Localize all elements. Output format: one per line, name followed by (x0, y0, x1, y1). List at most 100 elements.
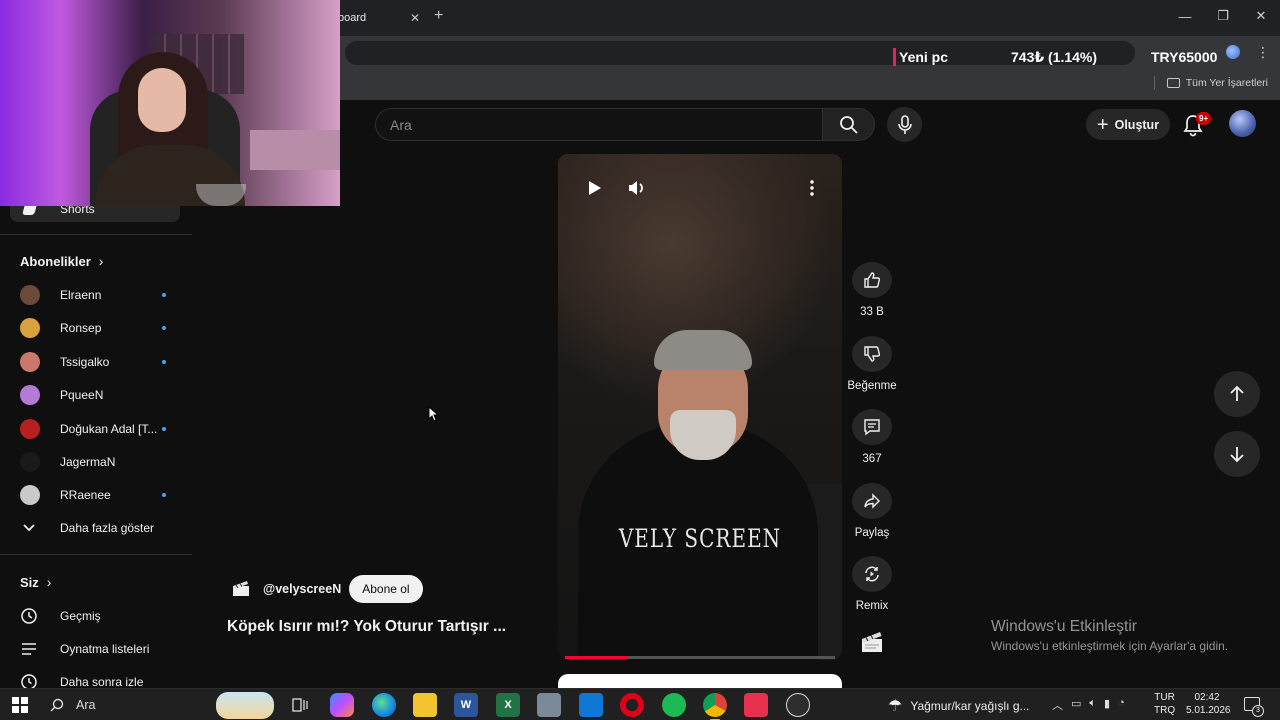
recorder-icon[interactable] (786, 693, 810, 717)
bookmarks-separator (1153, 76, 1155, 90)
clock[interactable]: 02:42 5.01.2026 (1186, 691, 1231, 717)
channel-logo-icon[interactable] (230, 578, 252, 600)
sidebar-subscription-item[interactable]: Elraenn (20, 284, 170, 306)
windows-start-icon[interactable] (12, 697, 28, 713)
new-content-dot (162, 493, 166, 498)
channel-avatar (20, 285, 40, 305)
sidebar-subscription-item[interactable]: Tssigalko (20, 351, 170, 373)
browser-menu-icon[interactable]: ⋮ (1256, 44, 1270, 61)
tab-close-icon[interactable]: ✕ (410, 11, 420, 25)
excel-icon[interactable]: X (496, 693, 520, 717)
search-placeholder: Ara (390, 116, 412, 133)
history-icon (21, 608, 37, 624)
short-title[interactable]: Köpek Isırır mı!? Yok Oturur Tartışır ..… (227, 618, 517, 636)
minimize-icon[interactable]: — (1166, 0, 1204, 32)
sidebar-subscription-item[interactable]: Doğukan Adal [T... (20, 418, 170, 440)
all-bookmarks-label: Tüm Yer İşaretleri (1185, 77, 1268, 89)
store-icon[interactable] (579, 693, 603, 717)
copilot-icon[interactable] (330, 693, 354, 717)
new-tab-icon[interactable]: + (434, 7, 443, 25)
like-button[interactable]: 33 B (842, 262, 902, 318)
search-input[interactable]: Ara (375, 108, 823, 141)
sidebar-item-history[interactable]: Geçmiş (20, 605, 101, 627)
play-icon[interactable] (584, 178, 604, 198)
volume-icon[interactable] (626, 178, 646, 198)
sidebar-divider (0, 234, 192, 235)
avatar[interactable] (1229, 110, 1256, 137)
sidebar-subscription-item[interactable]: RRaenee (20, 484, 170, 506)
remix-button[interactable]: Remix (842, 556, 902, 612)
webcam-streamer-face (138, 68, 186, 132)
share-button[interactable]: Paylaş (842, 483, 902, 539)
sidebar-subscription-item[interactable]: Ronsep (20, 317, 170, 339)
you-title: Siz (20, 574, 39, 590)
channel-name[interactable]: @velyscreeN (263, 582, 341, 596)
opera-icon[interactable] (620, 693, 644, 717)
battery-icon[interactable]: ▭ (1071, 697, 1081, 713)
next-short-button[interactable] (1214, 431, 1260, 477)
arrow-down-icon (1230, 447, 1244, 463)
taskbar-search[interactable]: Ara (40, 691, 276, 719)
speaker-icon[interactable]: 🔈︎ (1089, 697, 1096, 713)
word-icon[interactable]: W (454, 693, 478, 717)
search-button[interactable] (822, 108, 875, 141)
watch-later-label: Daha sonra izle (60, 675, 144, 689)
language-bottom: TRQ (1154, 705, 1176, 716)
network-icon[interactable]: ◔ (1118, 697, 1125, 713)
subscription-name: JagermaN (60, 455, 116, 469)
pocket-icon[interactable] (744, 693, 768, 717)
search-icon (50, 698, 64, 712)
taskbar-search-label: Ara (76, 698, 96, 712)
you-header[interactable]: Siz › (20, 574, 51, 590)
webcam-bed (250, 130, 340, 170)
thumbs-up-icon (864, 272, 881, 288)
plus-icon: + (1096, 113, 1109, 136)
show-more-button[interactable]: Daha fazla göster (20, 517, 154, 539)
subscription-name: Elraenn (60, 288, 102, 302)
windows-taskbar: Ara W X ☂ Yağmur/kar yağışlı g... ︿ ▭ 🔈︎… (0, 688, 1280, 720)
remix-label: Remix (855, 600, 889, 612)
file-explorer-icon[interactable] (413, 693, 437, 717)
create-button[interactable]: + Oluştur (1086, 109, 1170, 140)
dislike-circle (852, 336, 892, 372)
more-options-icon[interactable] (802, 178, 822, 198)
channel-avatar (20, 318, 40, 339)
new-content-dot (162, 293, 166, 297)
new-content-dot (162, 326, 166, 331)
edge-icon[interactable] (372, 693, 396, 717)
maximize-icon[interactable]: ❐ (1204, 0, 1242, 32)
tab-title: board (338, 12, 367, 24)
tray-chevron-icon[interactable]: ︿ (1052, 697, 1063, 713)
weather-widget[interactable]: ☂ Yağmur/kar yağışlı g... (888, 696, 1030, 716)
sound-thumbnail-icon[interactable] (858, 628, 886, 656)
browser-tab[interactable]: board ✕ (330, 4, 428, 32)
sidebar-item-playlists[interactable]: Oynatma listeleri (20, 638, 149, 660)
chrome-icon[interactable] (703, 693, 727, 720)
subscription-name: Ronsep (60, 321, 102, 336)
microphone-icon (897, 114, 912, 134)
dislike-label: Beğenme (847, 380, 897, 392)
globe-icon (1226, 45, 1240, 59)
dislike-button[interactable]: Beğenme (842, 336, 902, 392)
video-progress-bar[interactable] (565, 656, 835, 659)
sidebar-divider (0, 554, 192, 555)
language-indicator[interactable]: TUR TRQ (1154, 691, 1175, 717)
close-window-icon[interactable]: ✕ (1242, 0, 1280, 32)
umbrella-icon: ☂ (888, 698, 903, 715)
share-label: Paylaş (854, 527, 890, 539)
previous-short-button[interactable] (1214, 371, 1260, 417)
all-bookmarks[interactable]: Tüm Yer İşaretleri (1153, 76, 1268, 90)
subscribe-button[interactable]: Abone ol (349, 575, 423, 603)
spotify-icon[interactable] (662, 693, 686, 717)
shorts-player[interactable]: VELY SCREEN (558, 154, 842, 660)
sidebar-subscription-item[interactable]: PqueeN (20, 384, 170, 406)
sidebar-subscription-item[interactable]: JagermaN (20, 451, 170, 473)
mic-tray-icon[interactable]: ▮ (1104, 697, 1110, 713)
task-view-icon[interactable] (288, 693, 312, 717)
calculator-icon[interactable] (537, 693, 561, 717)
channel-avatar (20, 385, 40, 406)
subscriptions-header[interactable]: Abonelikler › (20, 253, 103, 269)
voice-search-button[interactable] (887, 107, 922, 142)
channel-row: @velyscreeN Abone ol (230, 575, 423, 603)
comments-button[interactable]: 367 (842, 409, 902, 465)
